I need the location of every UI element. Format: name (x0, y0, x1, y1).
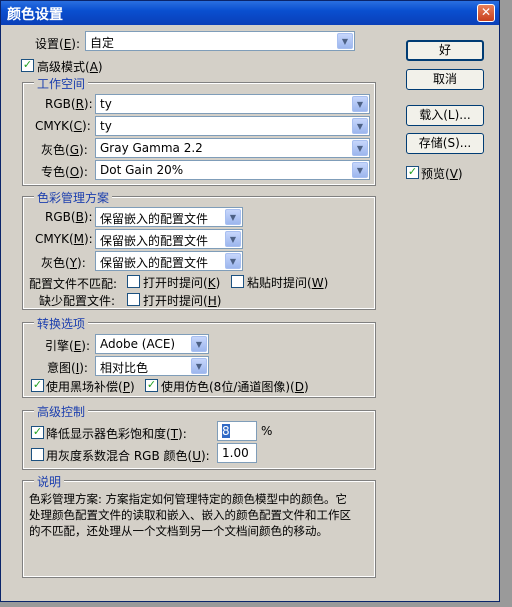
title-bar: 颜色设置 ✕ (1, 1, 499, 25)
chevron-down-icon: ▼ (191, 336, 207, 352)
check-icon: ✓ (32, 425, 43, 438)
description-line: 色彩管理方案: 方案指定如何管理特定的颜色模型中的颜色。它 (29, 492, 348, 506)
close-button[interactable]: ✕ (477, 4, 495, 22)
policy-gray-select[interactable]: 保留嵌入的配置文件 ▼ (95, 251, 243, 271)
load-button[interactable]: 载入(L)... (406, 105, 484, 126)
chevron-down-icon: ▼ (225, 253, 241, 269)
chevron-down-icon: ▼ (337, 33, 353, 49)
preview-checkbox[interactable]: ✓ (406, 166, 419, 179)
engine-select[interactable]: Adobe (ACE) ▼ (95, 334, 209, 354)
percent-label: % (261, 424, 273, 438)
working-spaces-title: 工作空间 (34, 75, 89, 92)
close-icon: ✕ (480, 5, 492, 19)
ok-button[interactable]: 好 (406, 40, 484, 61)
blend-checkbox[interactable] (31, 448, 44, 461)
bpc-checkbox[interactable]: ✓ (31, 379, 44, 392)
description-title: 说明 (34, 473, 65, 490)
preview-label: 预览(V) (421, 167, 463, 181)
ws-spot-select[interactable]: Dot Gain 20% ▼ (95, 160, 370, 180)
advanced-mode-label: 高级模式(A) (37, 60, 103, 74)
settings-label: 设置(E): (35, 37, 81, 51)
check-icon: ✓ (32, 378, 43, 391)
ws-cmyk-label: CMYK(C): (35, 119, 91, 133)
mismatch-open-label: 打开时提问(K) (143, 276, 221, 290)
dither-checkbox[interactable]: ✓ (145, 379, 158, 392)
save-button[interactable]: 存储(S)... (406, 133, 484, 154)
policies-title: 色彩管理方案 (34, 189, 113, 206)
chevron-down-icon: ▼ (352, 140, 368, 156)
chevron-down-icon: ▼ (352, 118, 368, 134)
chevron-down-icon: ▼ (352, 96, 368, 112)
policy-gray-label: 灰色(Y): (41, 256, 86, 270)
engine-label: 引擎(E): (45, 339, 91, 353)
desaturate-checkbox[interactable]: ✓ (31, 426, 44, 439)
description-line: 处理颜色配置文件的读取和嵌入、嵌入的颜色配置文件和工作区 (29, 508, 351, 522)
color-settings-dialog: 颜色设置 ✕ 设置(E): 自定 ▼ ✓ 高级模式(A) 工作空间 RGB(R):… (0, 0, 500, 602)
missing-open-label: 打开时提问(H) (143, 294, 222, 308)
policy-cmyk-label: CMYK(M): (35, 232, 93, 246)
policy-rgb-select[interactable]: 保留嵌入的配置文件 ▼ (95, 207, 243, 227)
ws-cmyk-select[interactable]: ty ▼ (95, 116, 370, 136)
ws-rgb-select[interactable]: ty ▼ (95, 94, 370, 114)
check-icon: ✓ (22, 58, 33, 71)
chevron-down-icon: ▼ (225, 231, 241, 247)
conversion-title: 转换选项 (34, 315, 89, 332)
mismatch-open-checkbox[interactable] (127, 275, 140, 288)
chevron-down-icon: ▼ (225, 209, 241, 225)
ws-rgb-label: RGB(R): (45, 97, 93, 111)
mismatch-paste-label: 粘贴时提问(W) (247, 276, 329, 290)
blend-input[interactable]: 1.00 (217, 443, 257, 463)
ws-gray-select[interactable]: Gray Gamma 2.2 ▼ (95, 138, 370, 158)
policy-cmyk-select[interactable]: 保留嵌入的配置文件 ▼ (95, 229, 243, 249)
intent-label: 意图(I): (47, 361, 88, 375)
check-icon: ✓ (146, 378, 157, 391)
missing-open-checkbox[interactable] (127, 293, 140, 306)
desaturate-input[interactable]: 8 (217, 421, 257, 441)
check-icon: ✓ (407, 165, 418, 178)
dialog-title: 颜色设置 (7, 7, 63, 23)
desaturate-label: 降低显示器色彩饱和度(T): (46, 427, 187, 441)
dither-label: 使用仿色(8位/通道图像)(D) (161, 380, 309, 394)
settings-select[interactable]: 自定 ▼ (85, 31, 355, 51)
description-text: 色彩管理方案: 方案指定如何管理特定的颜色模型中的颜色。它 处理颜色配置文件的读… (29, 491, 351, 539)
description-line: 的不匹配，还处理从一个文档到另一个文档间颜色的移动。 (29, 524, 328, 538)
advanced-title: 高级控制 (34, 403, 89, 420)
mismatch-paste-checkbox[interactable] (231, 275, 244, 288)
mismatch-label: 配置文件不匹配: (29, 277, 118, 291)
advanced-mode-checkbox[interactable]: ✓ (21, 59, 34, 72)
ws-gray-label: 灰色(G): (41, 143, 88, 157)
cancel-button[interactable]: 取消 (406, 69, 484, 90)
chevron-down-icon: ▼ (352, 162, 368, 178)
ws-spot-label: 专色(O): (41, 165, 88, 179)
intent-select[interactable]: 相对比色 ▼ (95, 356, 209, 376)
chevron-down-icon: ▼ (191, 358, 207, 374)
bpc-label: 使用黑场补偿(P) (46, 380, 135, 394)
blend-label: 用灰度系数混合 RGB 颜色(U): (46, 449, 210, 463)
missing-label: 缺少配置文件: (39, 294, 116, 308)
policy-rgb-label: RGB(B): (45, 210, 93, 224)
